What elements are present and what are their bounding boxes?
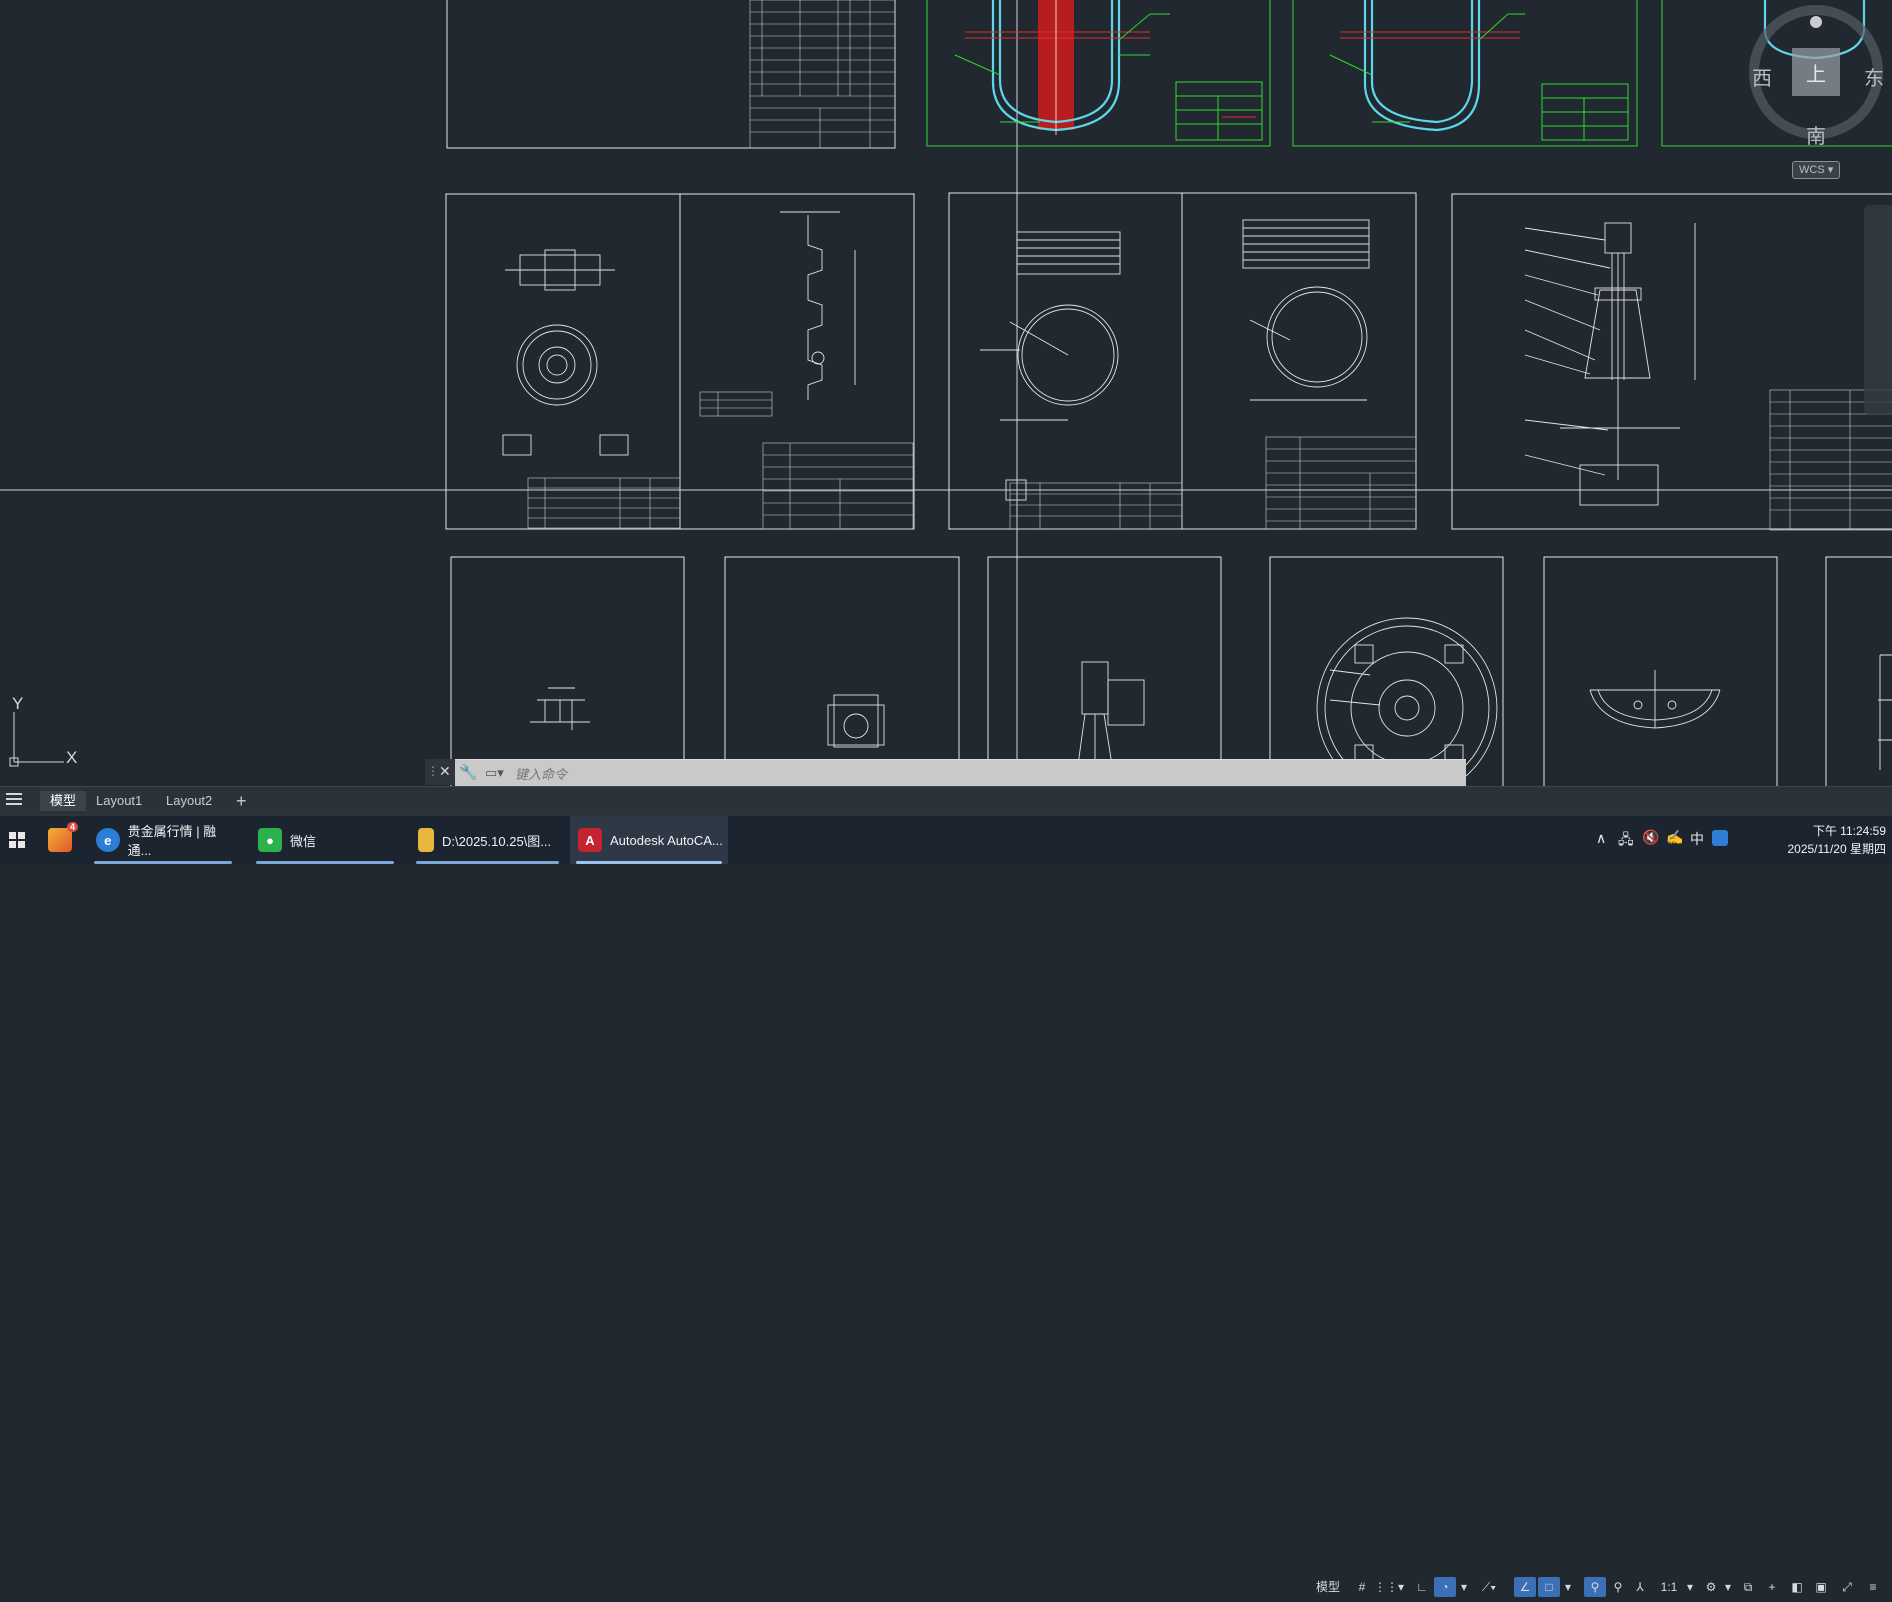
object-snap-icon[interactable]: □ — [1538, 1577, 1560, 1597]
status-bar: 模型 # ⋮⋮▾ ∟ ◔ ▾ ⟋▾ ∠ □ ▾ ⚲ ⚲ ⅄ 1:1 ▾ ⚙ ▾ … — [1308, 1573, 1892, 1602]
workspace-dropdown-icon[interactable]: ▾ — [1722, 1577, 1734, 1597]
tab-model[interactable]: 模型 — [40, 791, 87, 811]
windows-taskbar: 4 e 贵金属行情 | 融通... ● 微信 D:\2025.10.25\图..… — [0, 815, 1892, 864]
viewcube-south-label[interactable]: 南 — [1806, 120, 1826, 149]
navigation-bar[interactable] — [1864, 205, 1892, 415]
annotation-scale-icon[interactable]: ⅄ — [1630, 1577, 1650, 1597]
scale-selector[interactable]: 1:1 — [1654, 1577, 1684, 1597]
snap-icon[interactable]: ⋮⋮▾ — [1374, 1577, 1404, 1597]
customization-menu-icon[interactable]: ≡ — [1862, 1577, 1884, 1597]
folder-icon — [418, 828, 434, 852]
taskbar-item-browser[interactable]: e 贵金属行情 | 融通... — [88, 816, 238, 864]
ucs-icon: Y X — [6, 692, 86, 772]
annotation-monitor-icon[interactable]: ⧉ — [1738, 1577, 1758, 1597]
wechat-icon: ● — [258, 828, 282, 852]
isolate-objects-icon[interactable]: ◧ — [1786, 1577, 1808, 1597]
edge-icon: e — [96, 828, 120, 852]
taskbar-item-label: D:\2025.10.25\图... — [442, 833, 552, 849]
taskbar-item-label: Autodesk AutoCA... — [610, 832, 723, 848]
notification-badge: 4 — [66, 822, 78, 832]
annotation-visibility-icon[interactable]: ⚲ — [1584, 1577, 1606, 1597]
grip-icon[interactable]: ⋮ — [427, 764, 439, 778]
clock-time: 下午 11:24:59 — [1812, 824, 1886, 838]
layout-tab-bar: 模型 Layout1 Layout2 + 模型 # ⋮⋮▾ ∟ ◔ ▾ ⟋▾ ∠… — [0, 786, 1892, 1597]
clock-date: 2025/11/20 星期四 — [1787, 842, 1886, 856]
taskbar-item-folder[interactable]: D:\2025.10.25\图... — [410, 816, 565, 864]
plus-icon[interactable]: + — [1762, 1577, 1782, 1597]
scale-dropdown-icon[interactable]: ▾ — [1684, 1577, 1696, 1597]
ucs-y-label: Y — [12, 694, 24, 713]
command-input[interactable] — [513, 763, 1417, 785]
taskbar-item-label: 贵金属行情 | 融通... — [127, 824, 217, 858]
wcs-menu-button[interactable]: WCS ▾ — [1792, 161, 1840, 179]
chevron-up-icon[interactable]: ∧ — [1596, 830, 1606, 847]
model-space-button[interactable]: 模型 — [1308, 1577, 1348, 1597]
viewcube[interactable]: 西 东 南 上 — [1732, 0, 1892, 185]
tab-layout2[interactable]: Layout2 — [156, 791, 222, 811]
taskbar-item-label: 微信 — [290, 833, 317, 849]
viewcube-east-label[interactable]: 东 — [1864, 62, 1884, 91]
ime-language-indicator[interactable]: 中 — [1690, 829, 1704, 849]
auto-scale-icon[interactable]: ⚲ — [1608, 1577, 1628, 1597]
clean-screen-icon[interactable]: ⤢ — [1836, 1577, 1858, 1597]
network-icon[interactable]: 🖧 — [1618, 829, 1634, 853]
gear-icon[interactable]: ⚙ — [1700, 1577, 1722, 1597]
volume-muted-icon[interactable]: 🔇 — [1642, 829, 1659, 846]
grid-icon[interactable]: # — [1352, 1577, 1372, 1597]
tab-layout1[interactable]: Layout1 — [86, 791, 152, 811]
command-line[interactable]: 🔧 ▭▾ — [455, 759, 1466, 786]
isodraft-icon[interactable]: ⟋▾ — [1474, 1577, 1504, 1597]
menu-icon[interactable] — [6, 793, 22, 807]
polar-tracking-icon[interactable]: ◔ — [1434, 1577, 1456, 1597]
add-layout-button[interactable]: + — [226, 791, 257, 811]
taskbar-item-wechat[interactable]: ● 微信 — [250, 816, 400, 864]
wrench-icon[interactable]: 🔧 — [459, 760, 478, 786]
drawing-canvas[interactable]: 西 东 南 上 WCS ▾ Y X — [0, 0, 1892, 786]
windows-start-icon[interactable] — [0, 816, 34, 864]
pen-icon[interactable]: ✍ — [1666, 829, 1683, 846]
taskbar-item-autocad[interactable]: A Autodesk AutoCA... — [570, 816, 728, 864]
system-tray: ∧ 🖧 🔇 ✍ 中 下午 11:24:59 2025/11/20 星期四 — [1592, 816, 1892, 864]
input-method-icon[interactable] — [1712, 830, 1728, 846]
drawing-svg[interactable] — [0, 0, 1892, 786]
command-line-grip[interactable]: ⋮ ✕ — [425, 759, 455, 785]
clock[interactable]: 下午 11:24:59 2025/11/20 星期四 — [1787, 822, 1886, 858]
ortho-icon[interactable]: ∟ — [1412, 1577, 1432, 1597]
ucs-x-label: X — [66, 748, 78, 767]
viewcube-top-face[interactable]: 上 — [1806, 58, 1826, 87]
osnap-dropdown-icon[interactable]: ▾ — [1562, 1577, 1574, 1597]
close-icon[interactable]: ✕ — [439, 763, 451, 780]
autocad-icon: A — [578, 828, 602, 852]
command-history-icon[interactable]: ▭▾ — [485, 760, 504, 786]
hardware-acceleration-icon[interactable]: ▣ — [1810, 1577, 1832, 1597]
polar-dropdown-icon[interactable]: ▾ — [1458, 1577, 1470, 1597]
object-snap-tracking-icon[interactable]: ∠ — [1514, 1577, 1536, 1597]
app-store-icon[interactable]: 4 — [40, 816, 80, 864]
viewcube-west-label[interactable]: 西 — [1752, 62, 1772, 91]
